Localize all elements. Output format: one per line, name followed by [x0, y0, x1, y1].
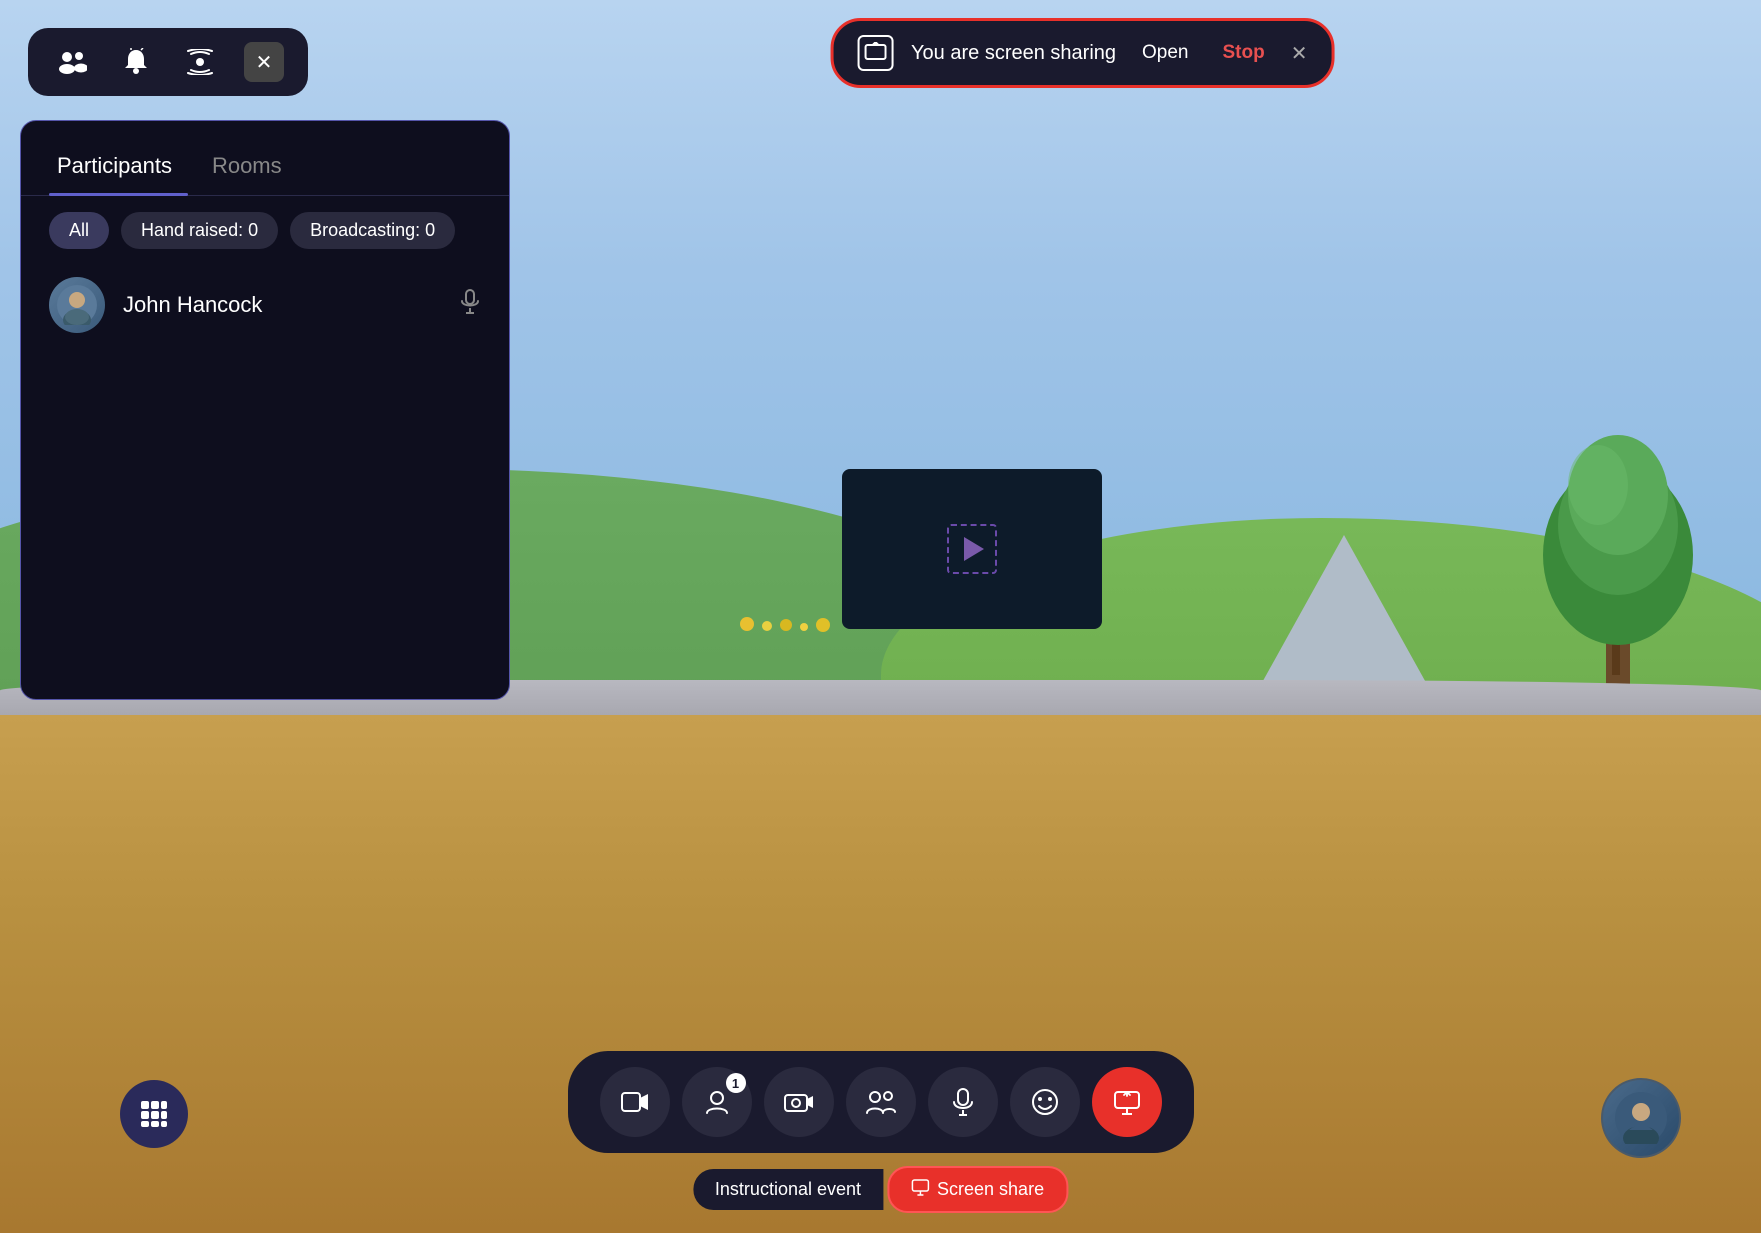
participants-panel: Participants Rooms All Hand raised: 0 Br…: [20, 120, 510, 700]
participants-button[interactable]: 1: [682, 1067, 752, 1137]
filter-all[interactable]: All: [49, 212, 109, 249]
top-toolbar: ✕: [28, 28, 308, 96]
screen-share-text: You are screen sharing: [911, 42, 1116, 65]
panel-tabs: Participants Rooms: [21, 121, 509, 196]
open-share-button[interactable]: Open: [1134, 38, 1196, 68]
screen-share-label[interactable]: Screen share: [887, 1166, 1068, 1213]
camera-button[interactable]: [764, 1067, 834, 1137]
screen-share-icon: [857, 35, 893, 71]
mic-icon: [459, 289, 481, 321]
close-toolbar-button[interactable]: ✕: [244, 42, 284, 82]
flower-decorations: [740, 617, 830, 632]
participant-row: John Hancock: [21, 265, 509, 345]
record-button[interactable]: [600, 1067, 670, 1137]
filter-broadcasting[interactable]: Broadcasting: 0: [290, 212, 455, 249]
play-icon: [964, 537, 984, 561]
grid-button[interactable]: [120, 1080, 188, 1148]
close-share-bar-button[interactable]: ✕: [1291, 41, 1308, 66]
bell-icon[interactable]: [116, 42, 156, 82]
filter-hand-raised[interactable]: Hand raised: 0: [121, 212, 278, 249]
tab-rooms[interactable]: Rooms: [204, 145, 298, 195]
broadcast-icon[interactable]: [180, 42, 220, 82]
participants-badge: 1: [726, 1073, 746, 1093]
user-avatar-corner[interactable]: [1601, 1078, 1681, 1158]
audience-button[interactable]: [846, 1067, 916, 1137]
participant-name: John Hancock: [123, 292, 441, 318]
bottom-toolbar: 1: [568, 1051, 1194, 1153]
emoji-button[interactable]: [1010, 1067, 1080, 1137]
filter-row: All Hand raised: 0 Broadcasting: 0: [21, 212, 509, 265]
tab-participants[interactable]: Participants: [49, 145, 188, 195]
screen-share-bar: You are screen sharing Open Stop ✕: [830, 18, 1334, 88]
instructional-event-label: Instructional event: [693, 1169, 883, 1210]
screen-share-label-icon: [911, 1178, 929, 1201]
avatar: [49, 277, 105, 333]
bottom-labels: Instructional event Screen share: [693, 1166, 1068, 1213]
stop-share-button[interactable]: Stop: [1214, 38, 1272, 68]
play-button[interactable]: [947, 524, 997, 574]
screen-share-button[interactable]: [1092, 1067, 1162, 1137]
floor-surface: [0, 703, 1761, 1233]
video-thumbnail[interactable]: [842, 469, 1102, 629]
tree-decoration: [1528, 395, 1708, 715]
mic-button[interactable]: [928, 1067, 998, 1137]
people-icon[interactable]: [52, 42, 92, 82]
